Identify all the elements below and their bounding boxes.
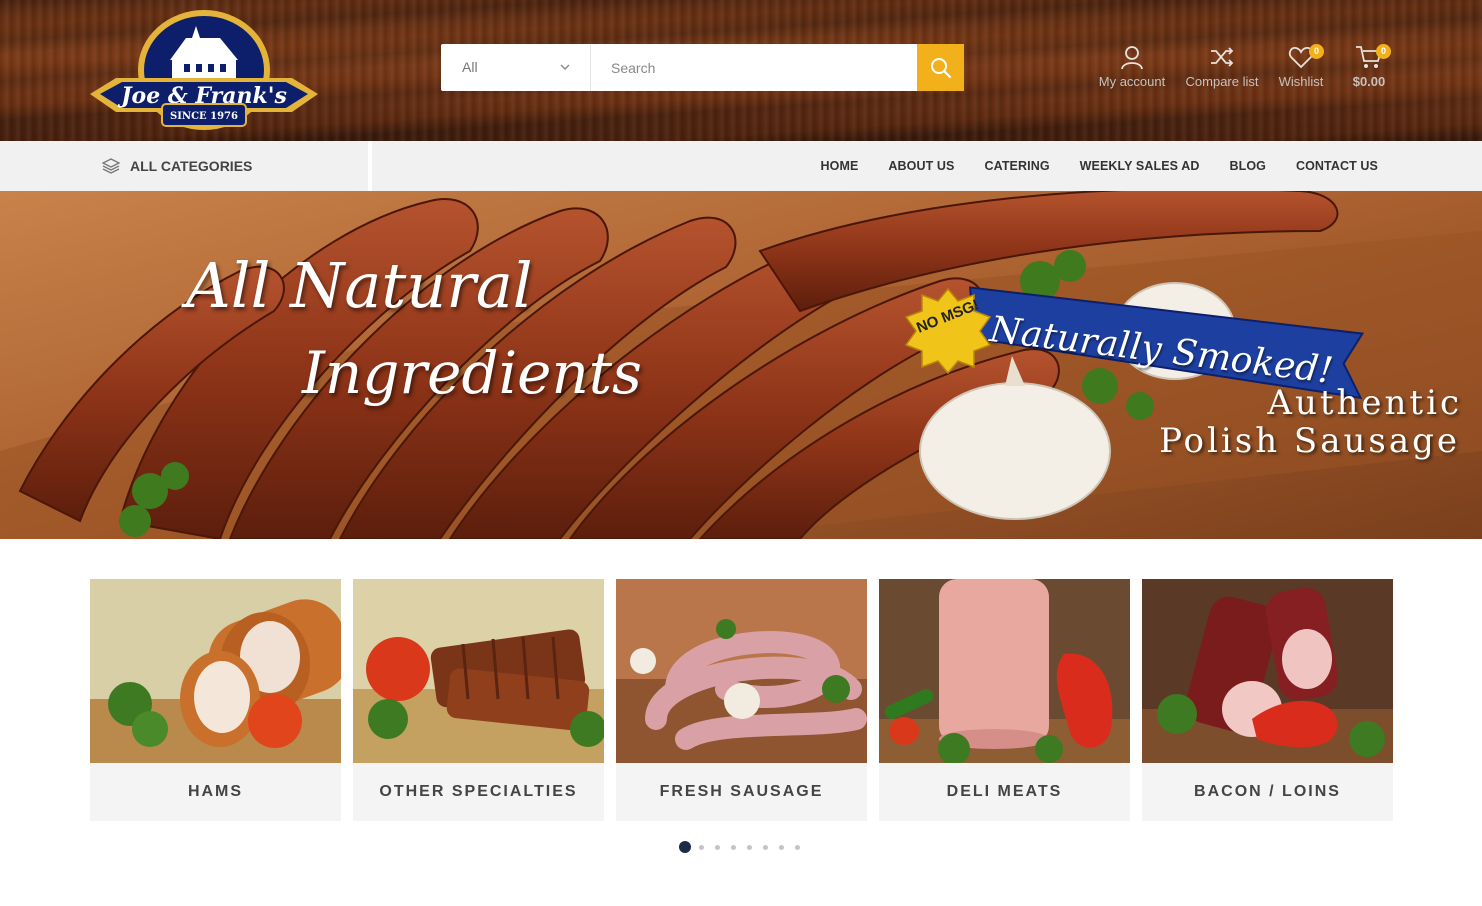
bacon-loins-image <box>1142 579 1393 763</box>
category-label: DELI MEATS <box>946 783 1063 800</box>
fresh-sausage-image <box>616 579 867 763</box>
category-label: FRESH SAUSAGE <box>659 783 824 800</box>
nav-home[interactable]: HOME <box>821 159 859 173</box>
nav-about-us[interactable]: ABOUT US <box>888 159 954 173</box>
carousel-dot[interactable] <box>747 844 752 850</box>
layers-icon <box>102 158 120 174</box>
carousel-dot[interactable] <box>763 844 768 850</box>
hero-title-line2: Ingredients <box>302 339 642 407</box>
cart-count-badge: 0 <box>1376 44 1391 59</box>
nav-weekly-sales-ad[interactable]: WEEKLY SALES AD <box>1080 159 1200 173</box>
search-icon <box>930 57 951 78</box>
carousel-dot[interactable] <box>679 841 691 853</box>
category-carousel: HAMS OTHER SPECIALTIES FRESH SAUSAGE DEL… <box>90 579 1393 821</box>
shuffle-icon <box>1211 47 1234 67</box>
cart-link[interactable]: $0.00 0 <box>1346 44 1392 89</box>
category-card-deli-meats[interactable]: DELI MEATS <box>879 579 1130 821</box>
compare-list-link[interactable]: Compare list <box>1182 44 1262 89</box>
carousel-dot[interactable] <box>699 844 704 850</box>
nav-blog[interactable]: BLOG <box>1229 159 1266 173</box>
nav-catering[interactable]: CATERING <box>985 159 1050 173</box>
search-category-select[interactable]: All <box>441 44 591 91</box>
chevron-down-icon <box>560 44 570 112</box>
carousel-pagination <box>679 841 811 853</box>
site-logo[interactable]: Joe & Frank's SINCE 1976 <box>88 8 320 132</box>
carousel-dot[interactable] <box>731 844 736 850</box>
all-categories-label: ALL CATEGORIES <box>130 158 253 174</box>
hero-subtitle-line2: Polish Sausage <box>1159 421 1460 461</box>
wishlist-label: Wishlist <box>1278 74 1324 89</box>
search-category-value: All <box>462 59 478 75</box>
search-button[interactable] <box>917 44 964 91</box>
category-card-bacon-loins[interactable]: BACON / LOINS <box>1142 579 1393 821</box>
cart-total: $0.00 <box>1352 74 1386 89</box>
navbar-divider <box>368 141 372 191</box>
other-specialties-image <box>353 579 604 763</box>
search-bar: All <box>441 44 964 91</box>
deli-meats-image <box>879 579 1130 763</box>
my-account-label: My account <box>1098 74 1166 89</box>
category-label: HAMS <box>187 783 244 800</box>
category-label: OTHER SPECIALTIES <box>379 783 578 800</box>
all-categories-button[interactable]: ALL CATEGORIES <box>90 141 368 191</box>
carousel-dot[interactable] <box>715 844 720 850</box>
logo-tagline-text: SINCE 1976 <box>170 111 238 122</box>
search-input[interactable] <box>591 44 917 91</box>
wishlist-link[interactable]: Wishlist 0 <box>1276 44 1326 89</box>
category-card-fresh-sausage[interactable]: FRESH SAUSAGE <box>616 579 867 821</box>
main-navbar: ALL CATEGORIES HOME ABOUT US CATERING WE… <box>0 141 1482 191</box>
category-card-hams[interactable]: HAMS <box>90 579 341 821</box>
hero-title-line1: All Natural <box>186 249 533 322</box>
primary-nav: HOME ABOUT US CATERING WEEKLY SALES AD B… <box>791 141 1378 191</box>
user-icon <box>1121 46 1143 70</box>
nav-contact-us[interactable]: CONTACT US <box>1296 159 1378 173</box>
compare-list-label: Compare list <box>1185 74 1259 89</box>
category-card-other-specialties[interactable]: OTHER SPECIALTIES <box>353 579 604 821</box>
category-label: BACON / LOINS <box>1194 783 1341 800</box>
hams-image <box>90 579 341 763</box>
carousel-dot[interactable] <box>779 844 784 850</box>
logo-emblem: Joe & Frank's SINCE 1976 <box>90 10 318 130</box>
my-account-link[interactable]: My account <box>1096 44 1168 89</box>
hero-subtitle-line1: Authentic <box>1267 383 1462 423</box>
hero-banner[interactable]: NO MSG! Naturally Smoked! All Natural In… <box>0 191 1482 539</box>
wishlist-count-badge: 0 <box>1309 44 1324 59</box>
site-header: Joe & Frank's SINCE 1976 All Search My a… <box>0 0 1482 141</box>
carousel-dot[interactable] <box>795 844 800 850</box>
